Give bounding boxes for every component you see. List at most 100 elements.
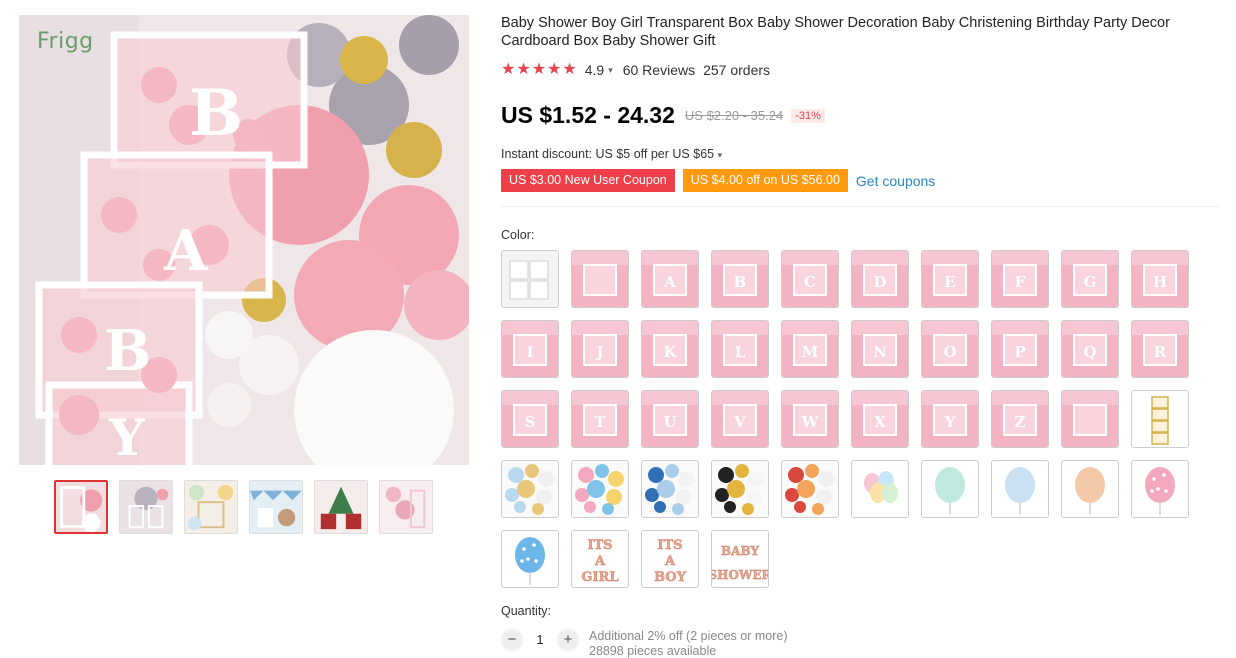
color-swatch-36[interactable] — [851, 460, 909, 518]
thumbnail-image — [380, 481, 432, 533]
svg-text:M: M — [802, 343, 819, 361]
thumbnail-3[interactable] — [184, 480, 238, 534]
thumbnail-6[interactable] — [379, 480, 433, 534]
svg-text:X: X — [874, 413, 886, 431]
svg-text:A: A — [663, 273, 676, 291]
store-coupon[interactable]: US $4.00 off on US $56.00 — [682, 169, 848, 192]
swatch-image: U — [642, 391, 698, 447]
color-swatch-43[interactable]: ITS A BOY — [641, 530, 699, 588]
thumbnail-5[interactable] — [314, 480, 368, 534]
brand-logo: Frigg — [37, 29, 94, 54]
color-swatch-40[interactable] — [1131, 460, 1189, 518]
color-swatch-1[interactable] — [501, 250, 559, 308]
color-swatch-20[interactable]: R — [1131, 320, 1189, 378]
thumbnail-2[interactable] — [119, 480, 173, 534]
color-swatch-6[interactable]: D — [851, 250, 909, 308]
swatch-image: B — [712, 251, 768, 307]
quantity-note: Additional 2% off (2 pieces or more) 288… — [589, 629, 787, 658]
color-swatch-26[interactable]: X — [851, 390, 909, 448]
color-swatch-21[interactable]: S — [501, 390, 559, 448]
new-user-coupon[interactable]: US $3.00 New User Coupon — [501, 169, 675, 192]
svg-text:ITS: ITS — [657, 538, 682, 553]
swatch-image — [502, 461, 558, 517]
quantity-input[interactable]: 1 — [523, 629, 557, 651]
orders-count: 257 orders — [703, 62, 771, 78]
color-swatch-44[interactable]: BABY SHOWER — [711, 530, 769, 588]
svg-text:B: B — [104, 318, 151, 384]
color-swatch-31[interactable] — [501, 460, 559, 518]
color-swatch-37[interactable] — [921, 460, 979, 518]
increase-quantity-button[interactable]: + — [557, 629, 579, 651]
color-swatch-7[interactable]: E — [921, 250, 979, 308]
svg-text:B: B — [189, 76, 243, 151]
color-swatch-33[interactable] — [641, 460, 699, 518]
instant-discount[interactable]: Instant discount: US $5 off per US $65 ▾ — [501, 147, 1221, 161]
swatch-image — [1132, 461, 1188, 517]
chevron-down-icon[interactable]: ▾ — [608, 65, 613, 76]
color-swatch-25[interactable]: W — [781, 390, 839, 448]
svg-text:ITS: ITS — [587, 538, 612, 553]
color-swatch-34[interactable] — [711, 460, 769, 518]
color-swatch-3[interactable]: A — [641, 250, 699, 308]
color-swatch-42[interactable]: ITS A GIRL — [571, 530, 629, 588]
color-swatch-15[interactable]: M — [781, 320, 839, 378]
color-swatch-35[interactable] — [781, 460, 839, 518]
star-icon: ★ — [547, 61, 562, 78]
current-price: US $1.52 - 24.32 — [501, 102, 675, 128]
star-icon: ★ — [562, 61, 577, 78]
stock-available: 28898 pieces available — [589, 644, 717, 658]
color-swatch-8[interactable]: F — [991, 250, 1049, 308]
color-swatch-24[interactable]: V — [711, 390, 769, 448]
color-swatch-29[interactable] — [1061, 390, 1119, 448]
color-swatch-4[interactable]: B — [711, 250, 769, 308]
svg-text:A: A — [163, 218, 209, 284]
get-coupons-link[interactable]: Get coupons — [856, 173, 935, 189]
reviews-link[interactable]: 60 Reviews — [623, 62, 695, 78]
swatch-image — [1062, 461, 1118, 517]
color-swatch-30[interactable] — [1131, 390, 1189, 448]
color-swatch-22[interactable]: T — [571, 390, 629, 448]
color-swatch-13[interactable]: K — [641, 320, 699, 378]
thumbnail-4[interactable] — [249, 480, 303, 534]
svg-text:Z: Z — [1015, 413, 1026, 431]
color-swatch-16[interactable]: N — [851, 320, 909, 378]
color-swatch-28[interactable]: Z — [991, 390, 1049, 448]
swatch-image — [992, 461, 1048, 517]
color-swatch-12[interactable]: J — [571, 320, 629, 378]
swatch-image: F — [992, 251, 1048, 307]
instant-discount-text: Instant discount: US $5 off per US $65 — [501, 147, 715, 161]
thumbnail-1[interactable] — [54, 480, 108, 534]
svg-text:C: C — [804, 273, 816, 291]
color-swatch-38[interactable] — [991, 460, 1049, 518]
chevron-down-icon: ▾ — [717, 150, 723, 160]
color-swatch-32[interactable] — [571, 460, 629, 518]
color-swatch-18[interactable]: P — [991, 320, 1049, 378]
color-swatch-27[interactable]: Y — [921, 390, 979, 448]
swatch-image: G — [1062, 251, 1118, 307]
svg-text:U: U — [663, 413, 676, 431]
color-swatch-41[interactable] — [501, 530, 559, 588]
color-swatch-17[interactable]: O — [921, 320, 979, 378]
color-swatch-10[interactable]: H — [1131, 250, 1189, 308]
color-swatch-9[interactable]: G — [1061, 250, 1119, 308]
swatch-image: C — [782, 251, 838, 307]
svg-text:A: A — [594, 554, 606, 569]
decrease-quantity-button[interactable]: − — [501, 629, 523, 651]
color-swatch-2[interactable] — [571, 250, 629, 308]
svg-text:J: J — [594, 343, 603, 361]
color-swatch-14[interactable]: L — [711, 320, 769, 378]
svg-text:H: H — [1153, 273, 1167, 291]
color-swatch-19[interactable]: Q — [1061, 320, 1119, 378]
color-swatch-grid: A B C D E F G H I J K L M N O P Q R S T U V W X Y Z ITS A GIRL ITS A BO… — [501, 250, 1221, 588]
color-label: Color: — [501, 228, 535, 242]
color-swatch-23[interactable]: U — [641, 390, 699, 448]
color-swatch-5[interactable]: C — [781, 250, 839, 308]
rating-value[interactable]: 4.9 — [585, 62, 604, 78]
swatch-image — [1132, 391, 1188, 447]
swatch-image: E — [922, 251, 978, 307]
swatch-image: S — [502, 391, 558, 447]
main-product-image[interactable]: B A B Y Frigg — [19, 15, 469, 465]
color-swatch-11[interactable]: I — [501, 320, 559, 378]
color-swatch-39[interactable] — [1061, 460, 1119, 518]
thumbnail-image — [250, 481, 302, 533]
